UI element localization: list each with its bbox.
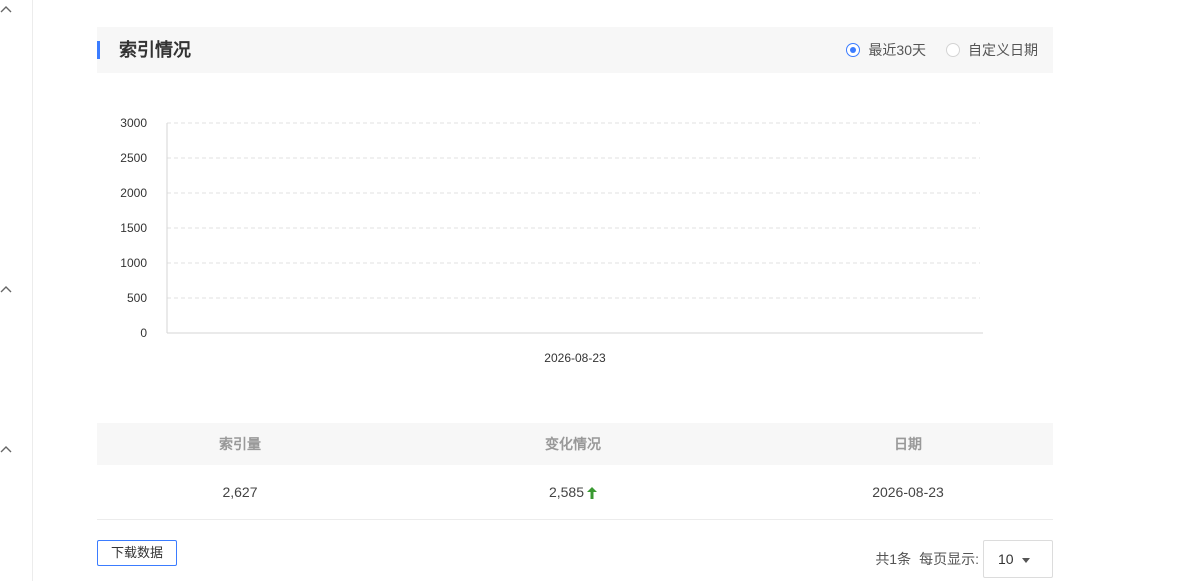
y-tick-label: 2500 bbox=[120, 151, 147, 165]
change-value: 2,585 bbox=[548, 484, 585, 500]
per-page-label: 每页显示: bbox=[919, 551, 979, 567]
radio-checked-icon[interactable] bbox=[846, 43, 861, 57]
y-tick-label: 500 bbox=[127, 291, 147, 305]
y-tick-label: 2000 bbox=[120, 186, 147, 200]
radio-last-30-days[interactable]: 最近30天 bbox=[846, 41, 926, 59]
x-tick-label: 2026-08-23 bbox=[544, 351, 606, 365]
y-tick-label: 1500 bbox=[120, 221, 147, 235]
header-date: 日期 bbox=[894, 436, 922, 452]
total-count: 共1条 bbox=[875, 551, 912, 567]
page: 索引情况 最近30天 自定义日期 3000 2500 2000 1500 1000 500… bbox=[0, 0, 1195, 581]
header-change: 变化情况 bbox=[545, 436, 601, 452]
header-index-count: 索引量 bbox=[219, 436, 261, 452]
y-tick-label: 3000 bbox=[120, 116, 147, 130]
chevron-up-icon[interactable] bbox=[0, 284, 14, 294]
section-title: 索引情况 bbox=[119, 40, 191, 60]
cell-change: 2,585 bbox=[383, 484, 763, 500]
page-size-select[interactable]: 10 bbox=[983, 540, 1053, 578]
arrow-up-icon bbox=[587, 487, 598, 500]
y-tick-label: 0 bbox=[140, 326, 147, 340]
radio-label: 自定义日期 bbox=[968, 42, 1038, 58]
pagination: 共1条 每页显示: 10 bbox=[875, 540, 1053, 578]
date-range-radio-group: 最近30天 自定义日期 bbox=[846, 41, 1038, 59]
radio-unchecked-icon[interactable] bbox=[946, 43, 960, 57]
title-accent-bar bbox=[97, 41, 100, 59]
cell-index-count: 2,627 bbox=[222, 484, 258, 500]
left-rail bbox=[0, 0, 33, 581]
cell-date: 2026-08-23 bbox=[872, 484, 944, 500]
table-header: 索引量 变化情况 日期 bbox=[97, 423, 1053, 465]
chevron-up-icon[interactable] bbox=[0, 444, 14, 454]
y-tick-label: 1000 bbox=[120, 256, 147, 270]
index-chart: 3000 2500 2000 1500 1000 500 0 2026-08-23 bbox=[97, 100, 997, 380]
download-data-button[interactable]: 下载数据 bbox=[97, 540, 177, 566]
section-header: 索引情况 最近30天 自定义日期 bbox=[97, 27, 1053, 73]
caret-down-icon bbox=[1022, 558, 1030, 563]
table-row: 2,627 2,585 2026-08-23 bbox=[97, 465, 1053, 520]
radio-custom-date[interactable]: 自定义日期 bbox=[946, 41, 1038, 59]
page-size-value: 10 bbox=[998, 551, 1014, 567]
index-table: 索引量 变化情况 日期 2,627 2,585 2026-08-23 bbox=[97, 423, 1053, 520]
chart-svg: 3000 2500 2000 1500 1000 500 0 2026-08-23 bbox=[120, 116, 983, 365]
radio-label: 最近30天 bbox=[868, 42, 926, 58]
chevron-up-icon[interactable] bbox=[0, 4, 14, 14]
